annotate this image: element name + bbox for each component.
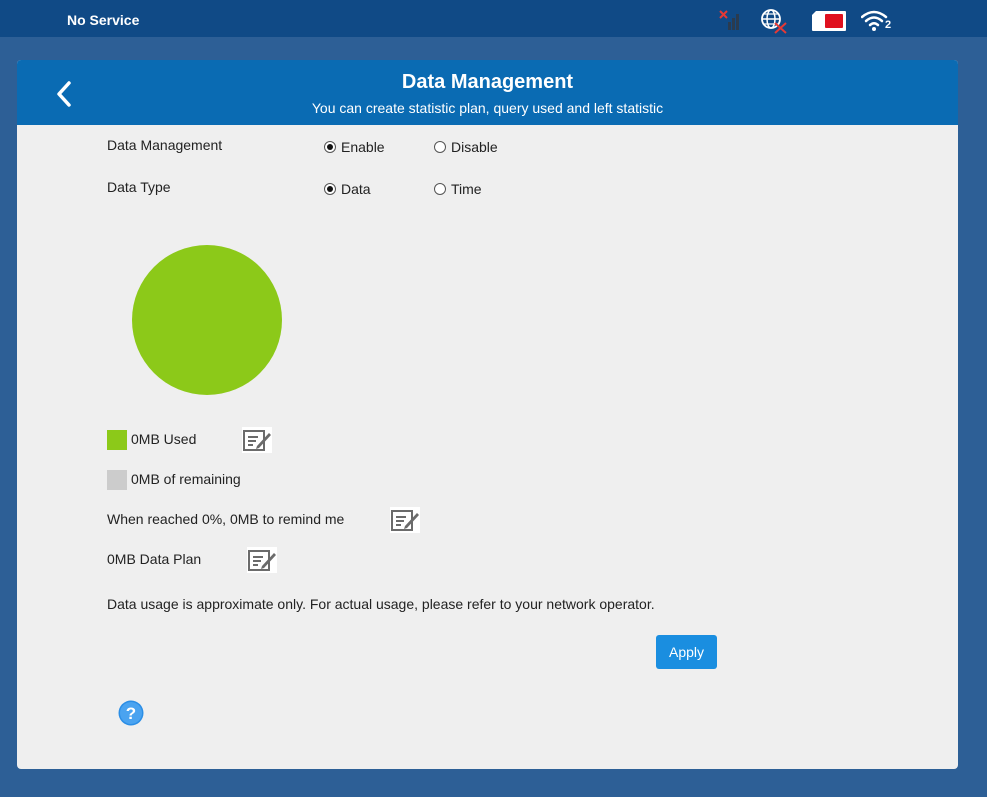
radio-enable-label: Enable — [341, 139, 385, 155]
radio-time-label: Time — [451, 181, 482, 197]
radio-data[interactable]: Data — [324, 181, 371, 197]
remaining-legend-label: 0MB of remaining — [131, 471, 241, 487]
globe-disconnected-icon — [761, 9, 787, 34]
wifi-client-count: 2 — [885, 19, 892, 31]
data-plan-text: 0MB Data Plan — [107, 551, 202, 567]
reminder-text: When reached 0%, 0MB to remind me — [107, 511, 345, 527]
radio-data-label: Data — [341, 181, 371, 197]
data-management-panel: Data Management You can create statistic… — [17, 60, 958, 769]
used-legend-label: 0MB Used — [131, 431, 197, 447]
radio-enable[interactable]: Enable — [324, 139, 385, 155]
data-management-label: Data Management — [107, 137, 223, 153]
radio-data-dot[interactable] — [324, 183, 336, 195]
edit-used-icon[interactable] — [242, 427, 272, 453]
radio-disable-label: Disable — [451, 139, 498, 155]
help-icon[interactable]: ? — [118, 700, 144, 726]
page-subtitle: You can create statistic plan, query use… — [311, 100, 664, 116]
radio-time-dot[interactable] — [434, 183, 446, 195]
radio-time[interactable]: Time — [434, 181, 482, 197]
no-signal-icon — [719, 10, 739, 30]
radio-disable[interactable]: Disable — [434, 139, 498, 155]
usage-pie-chart — [132, 245, 282, 395]
apply-button[interactable]: Apply — [656, 635, 717, 669]
status-bar: No Service 2 — [0, 0, 987, 37]
remaining-legend-swatch — [107, 470, 127, 490]
panel-header: Data Management You can create statistic… — [17, 60, 958, 125]
edit-reminder-icon[interactable] — [390, 507, 420, 533]
svg-text:?: ? — [126, 704, 136, 723]
sim-card-icon — [812, 11, 846, 31]
used-legend-swatch — [107, 430, 127, 450]
page-title: Data Management — [401, 71, 574, 93]
usage-note: Data usage is approximate only. For actu… — [107, 596, 655, 612]
edit-plan-icon[interactable] — [247, 547, 277, 573]
radio-disable-dot[interactable] — [434, 141, 446, 153]
data-type-label: Data Type — [107, 179, 171, 195]
service-status: No Service — [67, 12, 140, 28]
pie-slice-0mb-used — [132, 245, 282, 395]
radio-enable-dot[interactable] — [324, 141, 336, 153]
